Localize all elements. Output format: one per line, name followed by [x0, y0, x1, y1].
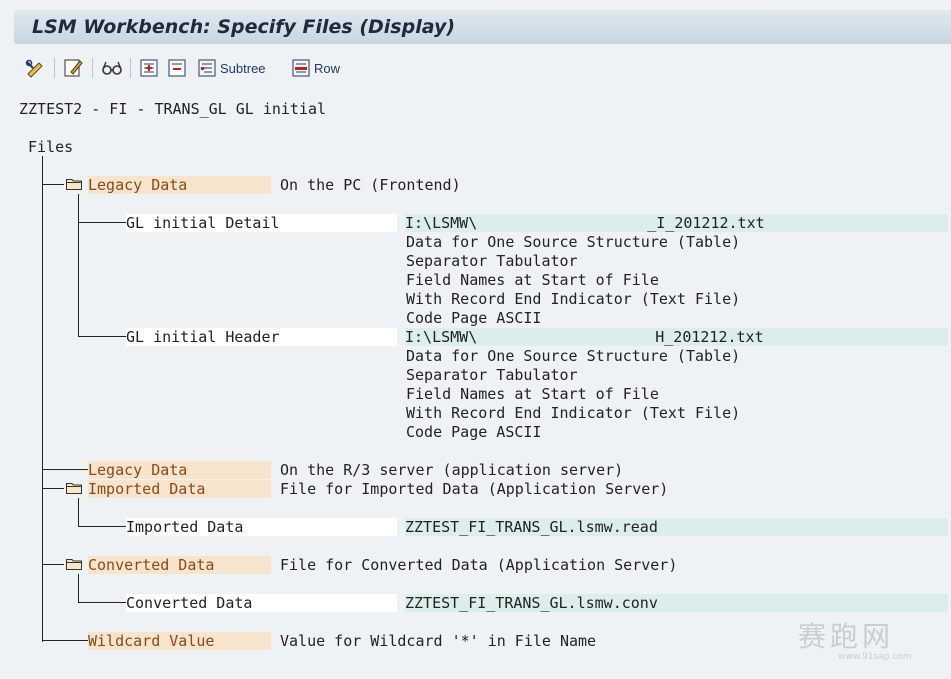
tree-line-root [42, 156, 43, 642]
gl-detail-prop: Data for One Source Structure (Table) [406, 233, 741, 251]
node-imported-data[interactable]: Imported Data [88, 480, 271, 498]
node-converted-data-desc: File for Converted Data (Application Ser… [280, 556, 678, 574]
row-button[interactable]: Row [290, 56, 340, 80]
glasses-icon [102, 61, 122, 75]
converted-data-file-name: ZZTEST_FI_TRANS_GL.lsmw.conv [405, 594, 948, 612]
change-display-icon [25, 59, 43, 78]
node-gl-initial-detail[interactable]: GL initial Detail [126, 214, 397, 232]
collapse-subtree-icon [168, 59, 186, 77]
tree-branch [42, 640, 90, 641]
tree-branch [42, 184, 64, 185]
display-change-button[interactable] [24, 56, 46, 80]
expand-subtree-icon [140, 59, 158, 77]
folder-icon[interactable] [66, 558, 82, 570]
node-legacy-data-r3-desc: On the R/3 server (application server) [280, 461, 624, 479]
gl-detail-prop: With Record End Indicator (Text File) [406, 290, 741, 308]
tree-branch [78, 526, 126, 527]
tree-line [78, 498, 79, 526]
tree-line [78, 574, 79, 602]
imported-data-file-name: ZZTEST_FI_TRANS_GL.lsmw.read [405, 518, 948, 536]
watermark-sub: www.91sap.com [838, 652, 912, 662]
node-legacy-data-pc[interactable]: Legacy Data [88, 176, 271, 194]
gl-header-prop: Separator Tabulator [406, 366, 578, 384]
node-imported-data-file[interactable]: Imported Data [126, 518, 397, 536]
application-toolbar: Subtree Row [14, 52, 951, 84]
node-wildcard-value-desc: Value for Wildcard '*' in File Name [280, 632, 597, 650]
edit-button[interactable] [62, 56, 84, 80]
gl-header-prop: Field Names at Start of File [406, 385, 659, 403]
tree-root-files[interactable]: Files [28, 138, 73, 156]
display-button[interactable] [100, 56, 124, 80]
subtree-label: Subtree [220, 60, 266, 76]
row-label: Row [314, 60, 341, 76]
tree-branch [78, 336, 126, 337]
edit-icon [64, 59, 83, 77]
tree-branch [78, 602, 126, 603]
expand-subtree-button[interactable] [138, 56, 160, 80]
title-bar: LSM Workbench: Specify Files (Display) [14, 10, 951, 44]
tree-line [78, 194, 79, 337]
folder-icon[interactable] [66, 178, 82, 190]
row-icon [292, 59, 310, 77]
window-title: LSM Workbench: Specify Files (Display) [32, 16, 456, 38]
gl-header-prop: With Record End Indicator (Text File) [406, 404, 741, 422]
gl-header-file-path: I:\LSMW\ H_201212.txt [405, 328, 948, 346]
node-wildcard-value[interactable]: Wildcard Value [88, 632, 271, 650]
node-converted-data-file[interactable]: Converted Data [126, 594, 397, 612]
subtree-button[interactable]: Subtree [196, 56, 266, 80]
node-gl-initial-header[interactable]: GL initial Header [126, 328, 397, 346]
folder-icon[interactable] [66, 482, 82, 494]
node-legacy-data-pc-desc: On the PC (Frontend) [280, 176, 461, 194]
object-header: ZZTEST2 - FI - TRANS_GL GL initial [19, 100, 327, 118]
node-legacy-data-r3[interactable]: Legacy Data [88, 461, 271, 479]
gl-detail-prop: Field Names at Start of File [406, 271, 659, 289]
tree-branch [42, 564, 64, 565]
gl-detail-prop: Separator Tabulator [406, 252, 578, 270]
tree-branch [42, 488, 64, 489]
tree-branch [42, 469, 90, 470]
gl-header-prop: Data for One Source Structure (Table) [406, 347, 741, 365]
gl-detail-prop: Code Page ASCII [406, 309, 542, 327]
watermark-main: 赛跑网 [798, 620, 895, 653]
collapse-subtree-button[interactable] [166, 56, 188, 80]
tree-branch [78, 222, 126, 223]
watermark: 赛跑网 www.91sap.com [798, 620, 912, 663]
node-imported-data-desc: File for Imported Data (Application Serv… [280, 480, 669, 498]
gl-detail-file-path: I:\LSMW\ _I_201212.txt [405, 214, 948, 232]
subtree-icon [198, 59, 216, 77]
gl-header-prop: Code Page ASCII [406, 423, 542, 441]
node-converted-data[interactable]: Converted Data [88, 556, 271, 574]
